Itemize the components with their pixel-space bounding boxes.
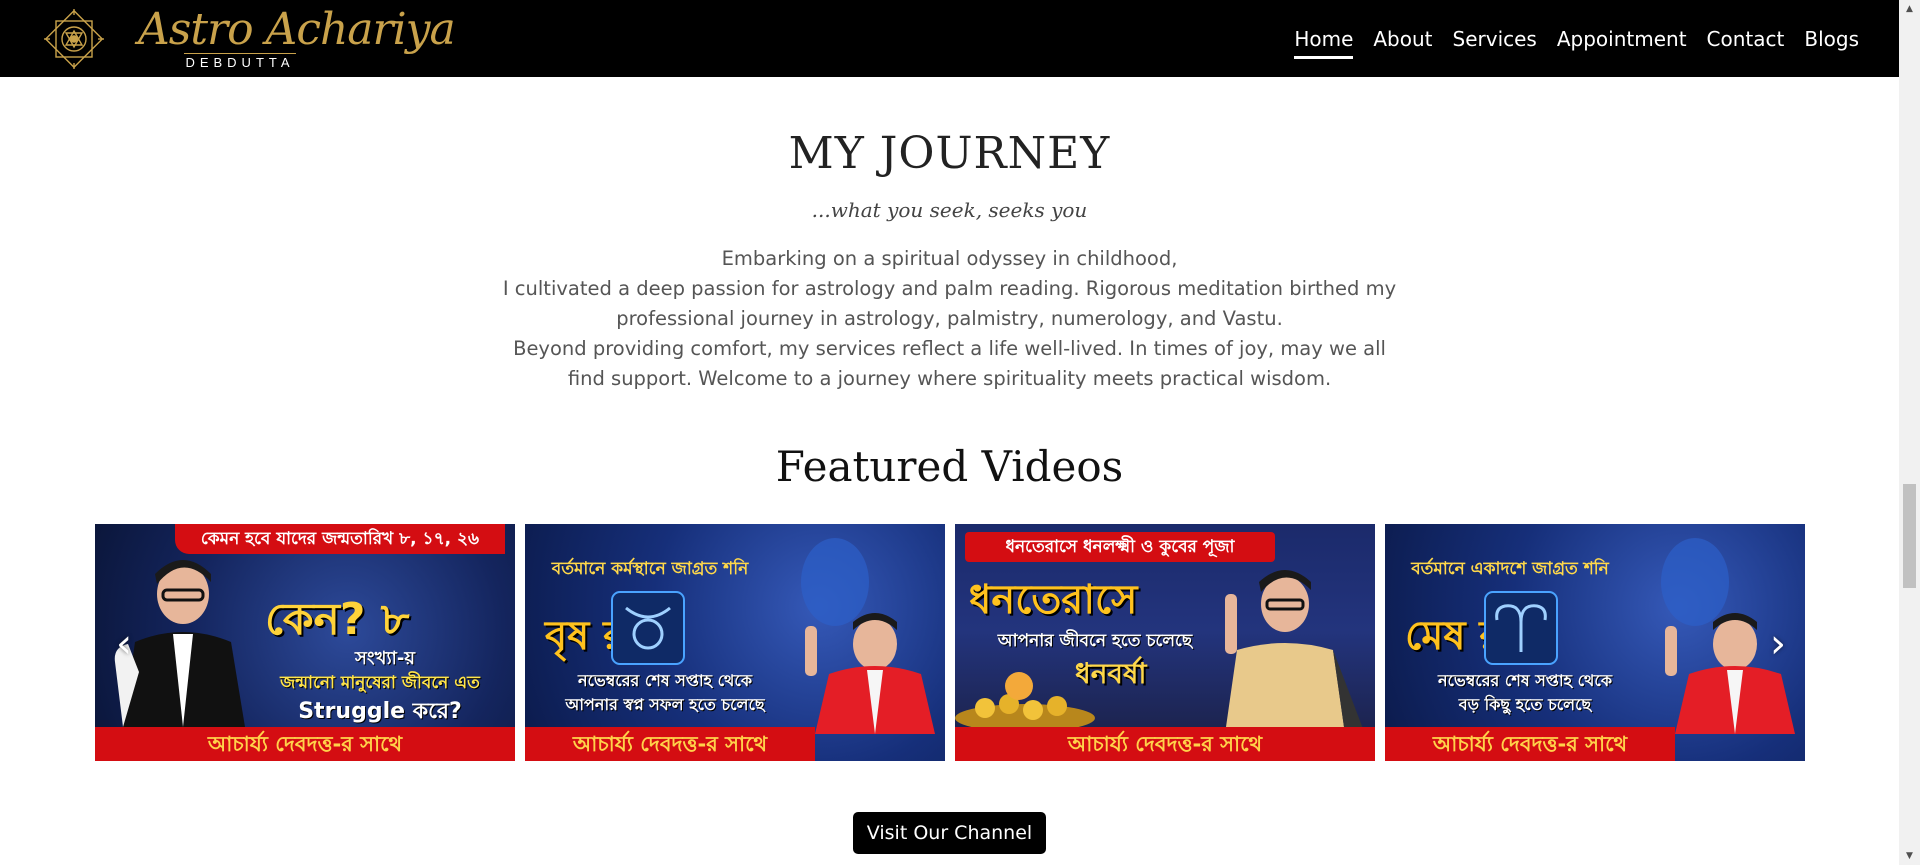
video-1-line-3: Struggle করে? [298, 699, 462, 724]
journey-paragraph-3: Beyond providing comfort, my services re… [513, 337, 1386, 390]
video-2-line-1: নভেম্বরের শেষ সপ্তাহ থেকে [577, 671, 753, 690]
journey-heading: MY JOURNEY [788, 128, 1111, 179]
presenter-image [1225, 570, 1365, 734]
nav-home[interactable]: Home [1294, 19, 1354, 59]
video-1-top-text: কেমন হবে যাদের জন্মতারিখ ৮, ১৭, ২৬ [175, 524, 505, 554]
video-2-line-2: আপনার স্বপ্ন সফল হতে চলেছে [565, 695, 765, 714]
nav-blogs[interactable]: Blogs [1804, 19, 1859, 59]
video-1-banner: আচার্য্য দেবদত্ত-র সাথে [95, 727, 515, 761]
coins-image [955, 672, 1095, 730]
nav-appointment[interactable]: Appointment [1557, 19, 1687, 59]
site-header: Astro Achariya DEBDUTTA Home About Servi… [0, 0, 1899, 77]
nav-about[interactable]: About [1373, 19, 1432, 59]
visit-channel-button[interactable]: Visit Our Channel [853, 812, 1046, 854]
page-scrollbar[interactable]: ▲ ▼ [1899, 0, 1920, 865]
presenter-image [801, 538, 935, 734]
aries-sign-icon [1484, 591, 1558, 665]
brand-subtitle: DEBDUTTA [184, 53, 296, 70]
video-thumbnail-2[interactable]: বর্তমানে কর্মস্থানে জাগ্রত শনি বৃষ রাশি … [525, 524, 945, 761]
journey-tagline: ...what you seek, seeks you [811, 198, 1088, 222]
brand-logo[interactable]: Astro Achariya DEBDUTTA [138, 5, 456, 71]
brand-name: Astro Achariya [138, 4, 456, 55]
video-4-line-1: নভেম্বরের শেষ সপ্তাহ থেকে [1437, 671, 1613, 690]
journey-text: Embarking on a spiritual odyssey in chil… [500, 244, 1399, 394]
journey-paragraph-1: Embarking on a spiritual odyssey in chil… [721, 247, 1178, 270]
video-4-banner: আচার্য্য দেবদত্ত-র সাথে [1385, 727, 1675, 761]
scroll-up-icon[interactable]: ▲ [1899, 0, 1920, 18]
video-4-line-2: বড় কিছু হতে চলেছে [1458, 695, 1592, 714]
main-nav: Home About Services Appointment Contact … [1294, 0, 1859, 77]
carousel-prev-icon[interactable]: ‹ [109, 624, 139, 664]
video-thumbnail-1[interactable]: কেমন হবে যাদের জন্মতারিখ ৮, ১৭, ২৬ কেন? … [95, 524, 515, 761]
nav-services[interactable]: Services [1453, 19, 1537, 59]
video-2-banner: আচার্য্য দেবদত্ত-র সাথে [525, 727, 815, 761]
taurus-sign-icon [611, 591, 685, 665]
nav-contact[interactable]: Contact [1707, 19, 1785, 59]
carousel-next-icon[interactable]: › [1763, 624, 1793, 664]
video-carousel: কেমন হবে যাদের জন্মতারিখ ৮, ১৭, ২৬ কেন? … [95, 524, 1805, 761]
video-thumbnail-3[interactable]: ধনতেরাসে ধনলক্ষ্মী ও কুবের পূজা ধনতেরাসে… [955, 524, 1375, 761]
scroll-thumb[interactable] [1903, 484, 1916, 588]
video-3-headline: ধনতেরাসে [969, 577, 1138, 623]
video-3-banner: আচার্য্য দেবদত্ত-র সাথে [955, 727, 1375, 761]
video-thumbnail-4[interactable]: বর্তমানে একাদশে জাগ্রত শনি মেষ রাশি নভেম… [1385, 524, 1805, 761]
featured-videos-heading: Featured Videos [775, 442, 1124, 491]
logo-emblem-icon[interactable] [38, 7, 110, 71]
video-2-top-text: বর্তমানে কর্মস্থানে জাগ্রত শনি [551, 559, 749, 579]
video-4-top-text: বর্তমানে একাদশে জাগ্রত শনি [1411, 559, 1609, 579]
journey-paragraph-2: I cultivated a deep passion for astrolog… [502, 277, 1397, 330]
scroll-down-icon[interactable]: ▼ [1899, 847, 1920, 865]
